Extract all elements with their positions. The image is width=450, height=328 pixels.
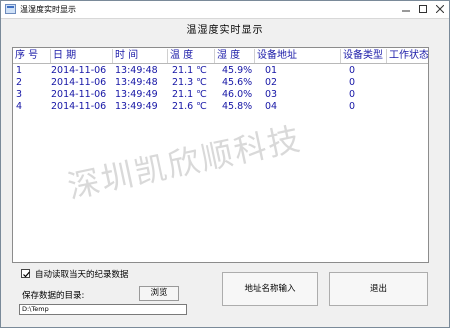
- save-directory-label: 保存数据的目录:: [22, 291, 85, 301]
- title-bar[interactable]: 温湿度实时显示: [1, 1, 449, 19]
- app-window-icon: [5, 4, 16, 14]
- column-header-status[interactable]: 工作状态: [387, 49, 428, 63]
- maximize-button[interactable]: [416, 3, 430, 15]
- column-header-temperature[interactable]: 温 度: [168, 49, 215, 63]
- cell-temperature: 21.6 ℃: [172, 101, 207, 112]
- column-header-address[interactable]: 设备地址: [255, 49, 341, 63]
- cell-humidity: 45.8%: [222, 101, 253, 112]
- window-title: 温湿度实时显示: [20, 5, 76, 14]
- table-row[interactable]: 4 2014-11-06 13:49:49 21.6 ℃ 45.8% 04 0: [13, 100, 428, 113]
- data-table[interactable]: 序 号 日 期 时 间 温 度 湿 度 设备地址 设备类型 工作状态 1 201…: [12, 47, 429, 263]
- cell-time: 13:49:49: [115, 101, 158, 112]
- cell-device-type: 0: [349, 101, 356, 112]
- watermark: 深圳凯欣顺科技: [64, 119, 305, 207]
- column-header-date[interactable]: 日 期: [51, 49, 113, 63]
- address-name-input-button[interactable]: 地址名称输入: [222, 272, 318, 306]
- checkmark-icon: [23, 271, 30, 278]
- cell-index: 4: [16, 101, 23, 112]
- table-header: 序 号 日 期 时 间 温 度 湿 度 设备地址 设备类型 工作状态: [13, 48, 428, 64]
- minimize-icon: [402, 10, 410, 12]
- column-header-humidity[interactable]: 湿 度: [215, 49, 255, 63]
- maximize-icon: [419, 5, 427, 13]
- cell-address: 04: [265, 101, 278, 112]
- auto-read-checkbox[interactable]: [21, 269, 30, 278]
- page-title: 温湿度实时显示: [186, 25, 264, 36]
- close-button[interactable]: [433, 3, 447, 15]
- minimize-button[interactable]: [399, 3, 413, 15]
- column-header-device-type[interactable]: 设备类型: [341, 49, 387, 63]
- cell-date: 2014-11-06: [51, 101, 107, 112]
- column-header-time[interactable]: 时 间: [113, 49, 168, 63]
- auto-read-label: 自动读取当天的纪录数据: [35, 270, 129, 280]
- app-window: 温湿度实时显示 温湿度实时显示 序 号 日 期 时 间 温 度 湿 度 设备地址…: [0, 0, 450, 328]
- exit-button[interactable]: 退出: [329, 272, 428, 306]
- save-path-field[interactable]: D:\Temp: [19, 304, 187, 315]
- column-header-index[interactable]: 序 号: [13, 49, 51, 63]
- close-icon: [436, 5, 444, 13]
- browse-button[interactable]: 浏览: [139, 286, 179, 301]
